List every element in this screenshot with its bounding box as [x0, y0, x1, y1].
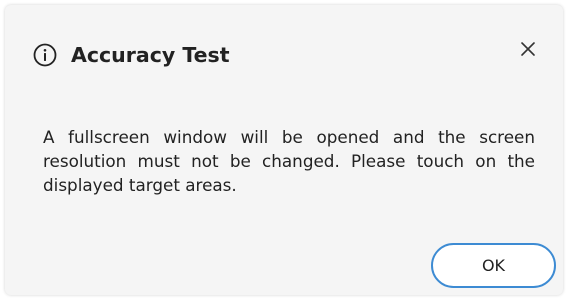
info-icon	[33, 43, 57, 67]
ok-button[interactable]: OK	[431, 243, 556, 288]
dialog-title: Accuracy Test	[71, 43, 230, 67]
close-button[interactable]	[517, 40, 539, 62]
close-icon	[520, 41, 536, 61]
dialog-header: Accuracy Test	[33, 40, 230, 70]
dialog-message: A fullscreen window will be opened and t…	[43, 127, 535, 195]
accuracy-test-dialog: Accuracy Test A fullscreen window will b…	[5, 5, 563, 295]
